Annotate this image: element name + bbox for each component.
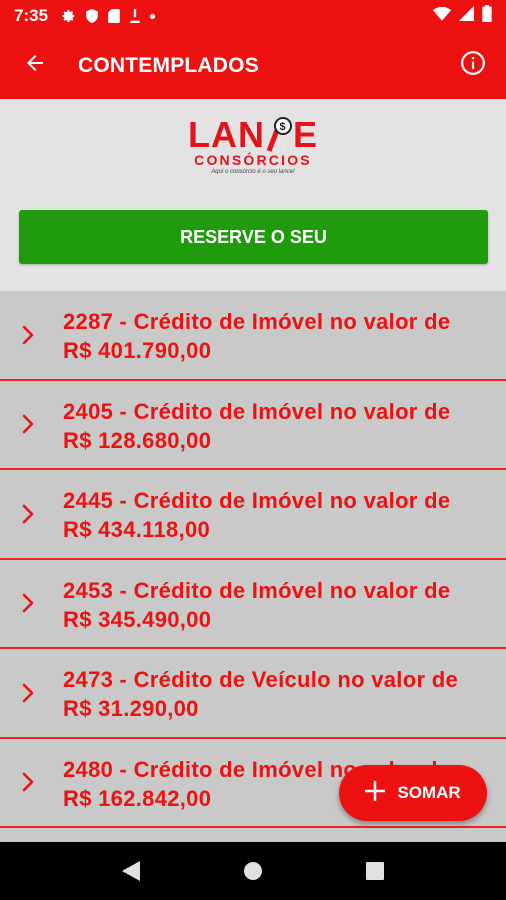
somar-button[interactable]: SOMAR [339, 765, 487, 821]
back-button[interactable] [0, 32, 70, 99]
chevron-right-icon [22, 291, 34, 379]
list-item[interactable]: 2405 - Crédito de Imóvel no valor de R$ 1… [0, 381, 506, 470]
status-bar: 7:35 [0, 0, 506, 32]
list-item-text: 2405 - Crédito de Imóvel no valor de R$ 1… [63, 397, 488, 455]
logo-tagline: Aqui o consórcio é o seu lance! [211, 169, 295, 175]
signal-icon [459, 6, 474, 26]
nav-back-icon[interactable] [121, 861, 140, 881]
arrow-back-icon [23, 51, 47, 80]
list-item[interactable]: 2473 - Crédito de Veículo no valor de R$ … [0, 649, 506, 739]
download-icon [130, 9, 140, 23]
wifi-icon [433, 6, 451, 26]
list-item-value: R$ 401.790,00 [63, 338, 212, 363]
list-item[interactable]: 2287 - Crédito de Imóvel no valor de R$ 4… [0, 291, 506, 381]
list-item-value: R$ 128.680,00 [63, 427, 212, 453]
chevron-right-icon [22, 381, 34, 469]
chevron-right-icon [22, 470, 34, 558]
nav-recents-icon[interactable] [366, 862, 385, 880]
system-nav-bar [0, 842, 506, 900]
battery-icon [482, 5, 492, 27]
logo-wordmark: LAN $ E [188, 117, 318, 153]
chevron-right-icon [22, 739, 34, 827]
logo-text-left: LAN [187, 114, 265, 155]
gear-icon [62, 9, 76, 23]
status-icons-left [62, 9, 156, 23]
sd-card-icon [108, 9, 120, 23]
list-item-text: 2287 - Crédito de Imóvel no valor de R$ 4… [63, 307, 488, 365]
list-item[interactable]: 2453 - Crédito de Imóvel no valor de R$ 3… [0, 560, 506, 649]
list-item-text: 2453 - Crédito de Imóvel no valor de R$ 3… [63, 576, 488, 634]
reserve-button[interactable]: RESERVE O SEU [19, 210, 488, 264]
info-button[interactable] [440, 32, 506, 99]
list-item-title: 2405 - Crédito de Imóvel no valor de [63, 398, 451, 424]
status-icons-right [433, 5, 492, 27]
list-item-title: 2453 - Crédito de Imóvel no valor de [63, 577, 451, 603]
list-item-value: R$ 434.118,00 [63, 517, 211, 542]
dot-icon [150, 13, 156, 19]
list-item-title: 2287 - Crédito de Imóvel no valor de [63, 309, 451, 334]
status-time: 7:35 [14, 6, 49, 25]
list-item-text: 2473 - Crédito de Veículo no valor de R$ … [63, 665, 488, 723]
somar-label: SOMAR [397, 783, 461, 802]
app-bar: CONTEMPLADOS [0, 32, 506, 99]
page-title: CONTEMPLADOS [78, 53, 259, 77]
nav-home-icon[interactable] [243, 861, 263, 881]
list-item-text: 2445 - Crédito de Imóvel no valor de R$ 4… [63, 486, 488, 544]
info-icon [460, 50, 486, 81]
shield-icon [86, 9, 98, 23]
svg-text:$: $ [279, 121, 286, 133]
chevron-right-icon [22, 649, 34, 737]
list-item[interactable]: 2445 - Crédito de Imóvel no valor de R$ 4… [0, 470, 506, 560]
list-item-title: 2473 - Crédito de Veículo no valor de [63, 667, 458, 692]
header-area: LAN $ E CONSÓRCIOS Aqui o consórcio é o … [0, 99, 506, 291]
list-item-title: 2445 - Crédito de Imóvel no valor de [63, 488, 451, 513]
list-item-value: R$ 31.290,00 [63, 696, 199, 721]
brand-logo: LAN $ E CONSÓRCIOS Aqui o consórcio é o … [0, 117, 506, 181]
list-item-value: R$ 345.490,00 [63, 606, 212, 632]
logo-text-right: E [292, 114, 318, 155]
chevron-right-icon [22, 560, 34, 648]
coin-icon: $ [265, 117, 293, 153]
logo-subtitle: CONSÓRCIOS [194, 152, 312, 168]
plus-icon [365, 780, 386, 806]
credits-list: 2287 - Crédito de Imóvel no valor de R$ 4… [0, 291, 506, 828]
